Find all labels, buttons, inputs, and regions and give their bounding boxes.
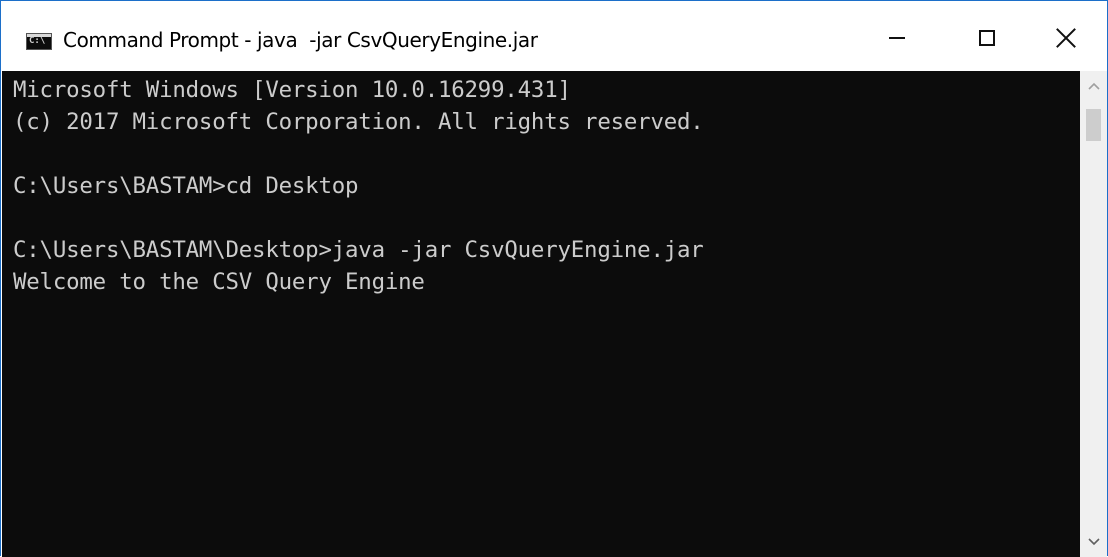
close-icon xyxy=(1056,28,1076,48)
window-title: Command Prompt - java -jar CsvQueryEngin… xyxy=(63,28,538,52)
scroll-up-button[interactable] xyxy=(1080,71,1107,101)
minimize-icon xyxy=(889,37,905,39)
minimize-button[interactable] xyxy=(852,1,942,71)
console-line: C:\Users\BASTAM\Desktop>java -jar CsvQue… xyxy=(13,237,704,263)
command-prompt-window: C:\ Command Prompt - java -jar CsvQueryE… xyxy=(0,0,1108,557)
console-line: (c) 2017 Microsoft Corporation. All righ… xyxy=(13,109,704,135)
app-icon-label: C:\ xyxy=(29,36,46,46)
console-output[interactable]: Microsoft Windows [Version 10.0.16299.43… xyxy=(2,71,1080,557)
maximize-button[interactable] xyxy=(942,1,1032,71)
maximize-icon xyxy=(979,30,995,46)
vertical-scrollbar[interactable] xyxy=(1080,71,1107,557)
console-line: C:\Users\BASTAM>cd Desktop xyxy=(13,173,359,199)
console-line: Microsoft Windows [Version 10.0.16299.43… xyxy=(13,77,571,103)
close-button[interactable] xyxy=(1025,1,1107,71)
scroll-down-button[interactable] xyxy=(1080,527,1107,557)
scrollbar-thumb[interactable] xyxy=(1086,109,1101,141)
chevron-down-icon xyxy=(1087,538,1100,546)
chevron-up-icon xyxy=(1087,82,1100,90)
console-line: Welcome to the CSV Query Engine xyxy=(13,269,425,295)
title-bar[interactable]: C:\ Command Prompt - java -jar CsvQueryE… xyxy=(1,1,1107,71)
console-app-icon[interactable]: C:\ xyxy=(26,33,52,50)
